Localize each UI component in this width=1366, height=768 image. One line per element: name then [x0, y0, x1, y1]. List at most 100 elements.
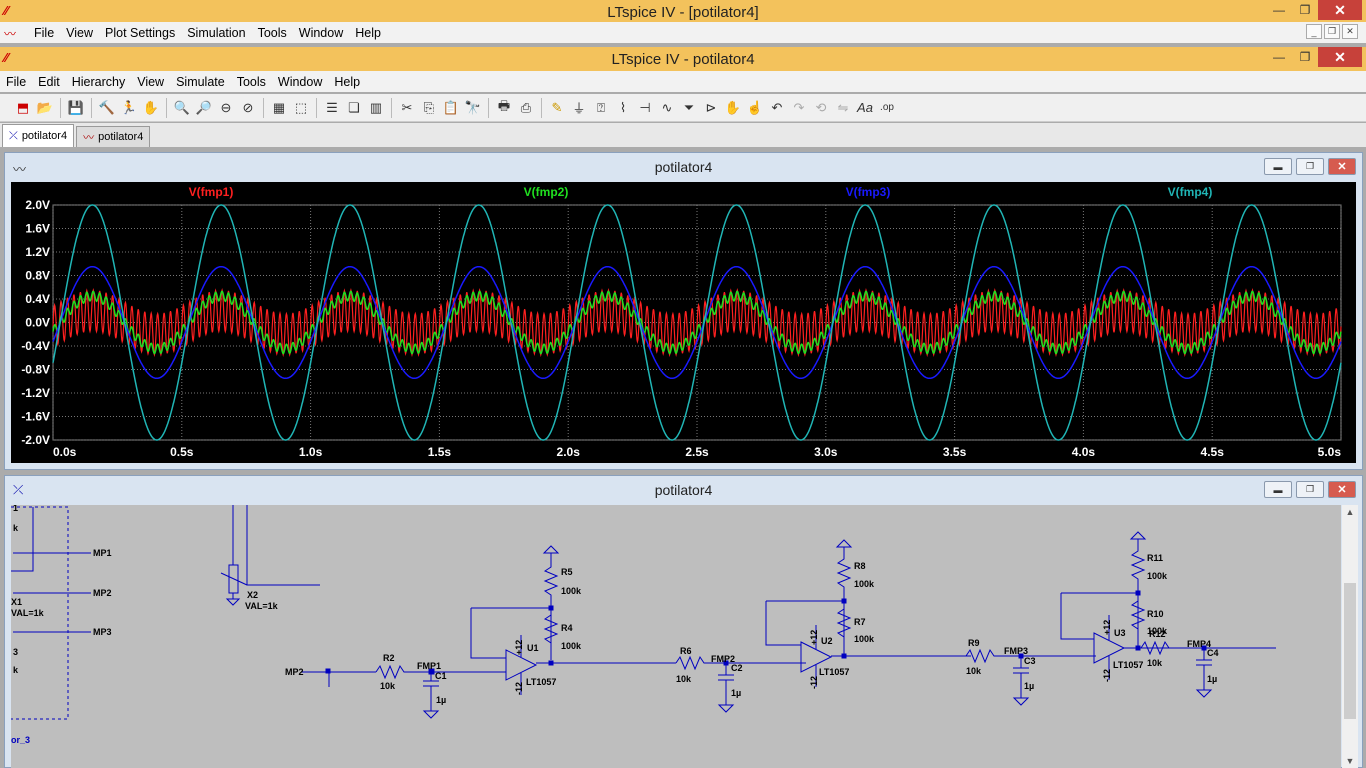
menu-view[interactable]: View: [131, 75, 170, 89]
y-tick-label: -0.4V: [21, 339, 50, 353]
cut-icon[interactable]: ✂: [396, 97, 418, 119]
tile-vertical-icon[interactable]: ▥: [365, 97, 387, 119]
menu-file[interactable]: File: [0, 75, 32, 89]
menu-plot-settings[interactable]: Plot Settings: [99, 26, 181, 40]
close-button[interactable]: ✕: [1318, 0, 1362, 20]
capacitor-icon[interactable]: ⊣: [634, 97, 656, 119]
child-restore-button[interactable]: ❐: [1292, 47, 1318, 67]
waveform-chart[interactable]: 0.0s 0.5s 1.0s 1.5s 2.0s 2.5s 3.0s 3.5s 4.0s 4.5s…: [11, 182, 1356, 463]
drag-icon[interactable]: ☝: [744, 97, 766, 119]
resistor-icon[interactable]: ⌇: [612, 97, 634, 119]
waveform-plot[interactable]: 0.0s 0.5s 1.0s 1.5s 2.0s 2.5s 3.0s 3.5s 4.0s 4.5s…: [11, 182, 1356, 463]
print-icon[interactable]: ⎙: [515, 97, 537, 119]
mdi-restore-button[interactable]: ❐: [1324, 24, 1340, 39]
cascade-icon[interactable]: ❏: [343, 97, 365, 119]
wire-icon[interactable]: ✎: [546, 97, 568, 119]
label-x2: X2: [247, 590, 258, 600]
menu-window[interactable]: Window: [293, 26, 349, 40]
text-icon[interactable]: Aa: [854, 97, 876, 119]
zoom-out-icon[interactable]: ⊖: [215, 97, 237, 119]
junction: [548, 660, 554, 666]
menu-help[interactable]: Help: [328, 75, 366, 89]
minimize-button[interactable]: —: [1266, 0, 1292, 20]
restore-button[interactable]: ❐: [1292, 0, 1318, 20]
label-u3: U3: [1114, 628, 1126, 638]
document-tabs: ⤫ potilator4 〰 potilator4: [0, 123, 1366, 147]
menu-tools[interactable]: Tools: [231, 75, 272, 89]
grid-icon[interactable]: ⬚: [290, 97, 312, 119]
move-icon[interactable]: ✋: [722, 97, 744, 119]
menu-edit[interactable]: Edit: [32, 75, 66, 89]
scrollbar-thumb[interactable]: [1344, 583, 1356, 719]
print-setup-icon[interactable]: 🖶: [493, 97, 515, 119]
schematic-minimize-button[interactable]: ▬: [1264, 481, 1292, 498]
inductor-icon[interactable]: ∿: [656, 97, 678, 119]
mdi-minimize-button[interactable]: _: [1306, 24, 1322, 39]
wire: [470, 608, 506, 659]
waveform-minimize-button[interactable]: ▬: [1264, 158, 1292, 175]
y-tick-label: 0.0V: [25, 316, 50, 330]
autorange-icon[interactable]: ▦: [268, 97, 290, 119]
undo-icon[interactable]: ↶: [766, 97, 788, 119]
child-close-button[interactable]: ✕: [1318, 47, 1362, 67]
resistor-r8[interactable]: [836, 547, 852, 601]
paste-icon[interactable]: 📋: [440, 97, 462, 119]
schematic-drawing[interactable]: 1 k MP1 MP2 MP3 X1 VAL=1k 3 k or_3 X2 VA…: [11, 505, 1341, 768]
resistor-r5[interactable]: [543, 553, 559, 608]
menu-tools[interactable]: Tools: [252, 26, 293, 40]
scroll-down-arrow-icon[interactable]: ▼: [1342, 754, 1358, 768]
menu-file[interactable]: File: [28, 26, 60, 40]
zoom-in-icon[interactable]: 🔍: [171, 97, 193, 119]
diode-icon[interactable]: ⏷: [678, 97, 700, 119]
tab-schematic[interactable]: ⤫ potilator4: [2, 124, 75, 147]
child-minimize-button[interactable]: —: [1266, 47, 1292, 67]
waveform-restore-button[interactable]: ❐: [1296, 158, 1324, 175]
legend-entry[interactable]: V(fmp2): [524, 185, 569, 199]
menu-view[interactable]: View: [60, 26, 99, 40]
component-icon[interactable]: ⊳: [700, 97, 722, 119]
tab-waveform[interactable]: 〰 potilator4: [76, 126, 151, 147]
x-tick-label: 5.0s: [1318, 445, 1342, 459]
menu-window[interactable]: Window: [272, 75, 328, 89]
mdi-close-button[interactable]: ✕: [1342, 24, 1358, 39]
save-icon[interactable]: 💾: [65, 97, 87, 119]
waveform-icon[interactable]: 〰: [4, 25, 24, 41]
legend-entry[interactable]: V(fmp1): [189, 185, 234, 199]
waveform-close-button[interactable]: ✕: [1328, 158, 1356, 175]
zoom-fit-icon[interactable]: ⊘: [237, 97, 259, 119]
wire: [232, 505, 320, 586]
new-schematic-icon[interactable]: ⬒: [12, 97, 34, 119]
schematic-canvas[interactable]: 1 k MP1 MP2 MP3 X1 VAL=1k 3 k or_3 X2 VA…: [11, 505, 1341, 768]
scroll-up-arrow-icon[interactable]: ▲: [1342, 505, 1358, 519]
vertical-scrollbar[interactable]: ▲ ▼: [1342, 505, 1358, 768]
halt-icon[interactable]: ✋: [140, 97, 162, 119]
x-tick-label: 0.0s: [53, 445, 77, 459]
find-icon[interactable]: 🔭: [462, 97, 484, 119]
spice-directive-icon[interactable]: .op: [876, 97, 898, 119]
ground-icon[interactable]: ⏚: [568, 97, 590, 119]
menu-hierarchy[interactable]: Hierarchy: [66, 75, 132, 89]
run-icon[interactable]: 🏃: [118, 97, 140, 119]
control-panel-icon[interactable]: 🔨: [96, 97, 118, 119]
app-titlebar: ⁄⁄ LTspice IV - [potilator4] — ❐ ✕: [0, 0, 1366, 24]
schematic-close-button[interactable]: ✕: [1328, 481, 1356, 498]
mirror-icon[interactable]: ⇋: [832, 97, 854, 119]
legend-entry[interactable]: V(fmp4): [1168, 185, 1213, 199]
label: k: [13, 523, 19, 533]
menu-simulate[interactable]: Simulate: [170, 75, 231, 89]
copy-icon[interactable]: ⎘: [418, 97, 440, 119]
menu-help[interactable]: Help: [349, 26, 387, 40]
series-line-vfmp1[interactable]: [52, 287, 1342, 358]
net-label-fmp1: FMP1: [417, 661, 441, 671]
zoom-pan-icon[interactable]: 🔎: [193, 97, 215, 119]
rotate-icon[interactable]: ⟲: [810, 97, 832, 119]
schematic-restore-button[interactable]: ❐: [1296, 481, 1324, 498]
tile-horizontal-icon[interactable]: ☰: [321, 97, 343, 119]
label-c2-value: 1µ: [731, 688, 741, 698]
open-folder-icon[interactable]: 📂: [34, 97, 56, 119]
resistor-r11[interactable]: [1130, 539, 1146, 593]
menu-simulation[interactable]: Simulation: [181, 26, 251, 40]
redo-icon[interactable]: ↷: [788, 97, 810, 119]
legend-entry[interactable]: V(fmp3): [846, 185, 891, 199]
label-net-icon[interactable]: ⍰: [590, 97, 612, 119]
